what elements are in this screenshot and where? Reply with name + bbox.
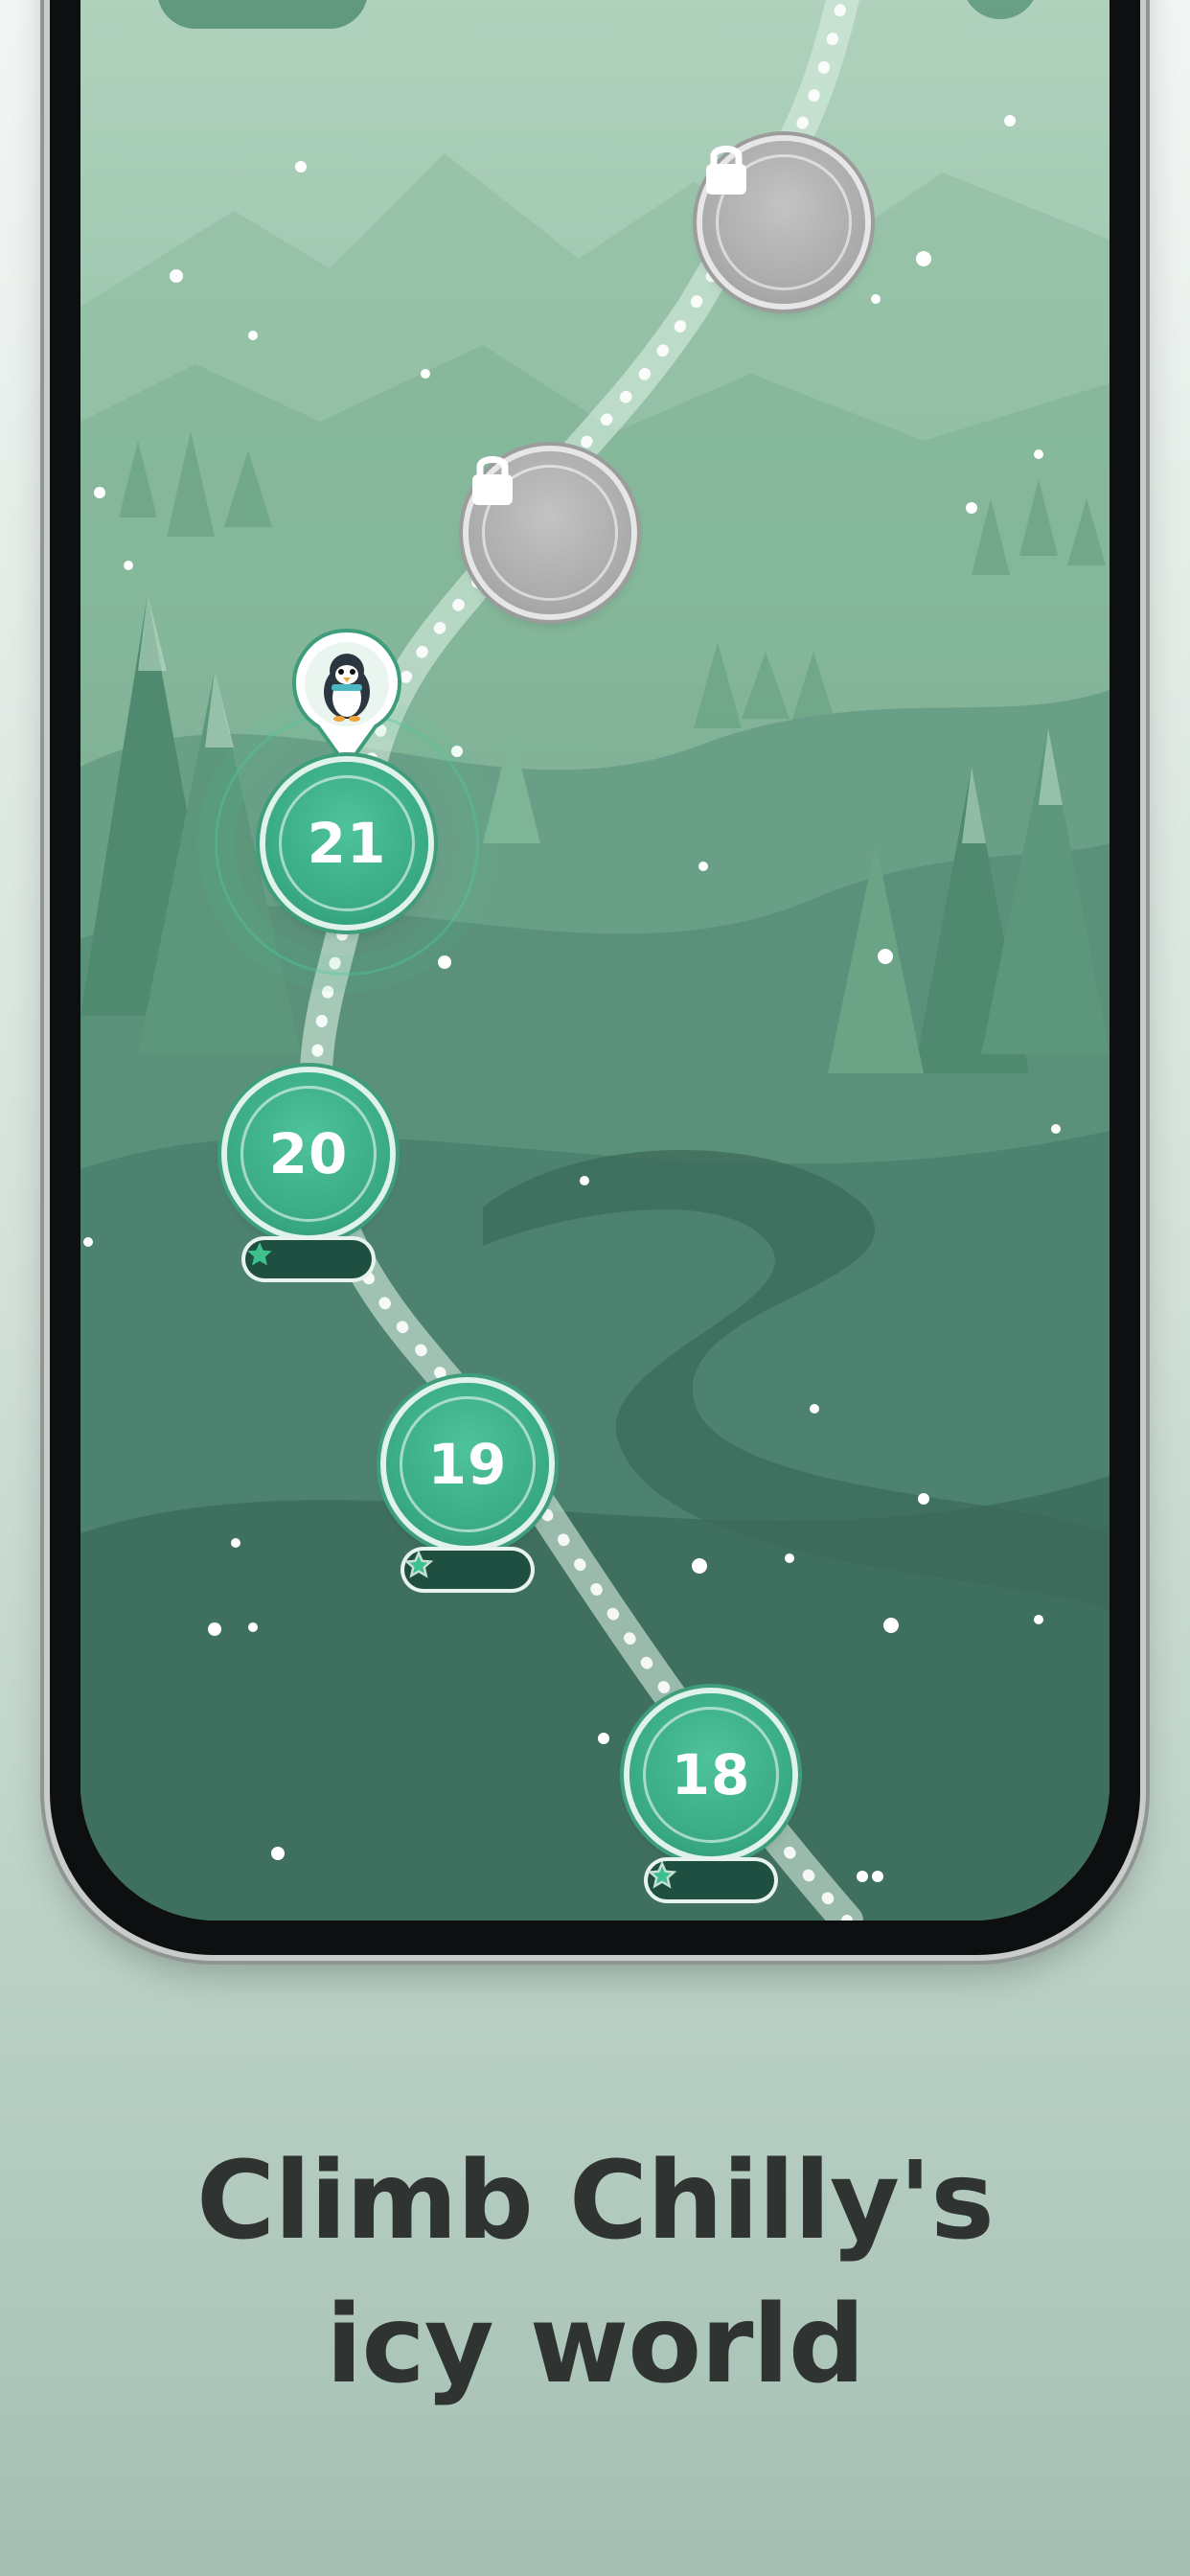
level-number: 18 [671,1742,751,1807]
level-node-19[interactable]: 19 [386,1383,549,1546]
penguin-avatar-icon [291,628,402,770]
level-number: 21 [307,811,387,876]
star-rating [648,1861,774,1899]
level-node-locked[interactable] [702,141,865,304]
star-filled-icon [247,1242,272,1266]
level-node-locked[interactable] [469,451,631,614]
level-number: 20 [268,1121,349,1186]
winter-landscape-background [80,0,1110,1920]
star-empty-icon [648,1861,676,1889]
marketing-tagline: Climb Chilly's icy world [0,2129,1190,2417]
phone-side-button [42,77,50,259]
star-rating [404,1551,531,1589]
level-node-21-current[interactable]: 21 [265,762,428,925]
level-node-20[interactable]: 20 [227,1072,390,1235]
lock-icon [472,456,513,505]
tagline-line-1: Climb Chilly's [196,2139,995,2264]
star-empty-icon [404,1551,433,1578]
tagline-line-2: icy world [326,2283,865,2407]
star-rating [245,1240,372,1278]
level-node-18[interactable]: 18 [629,1693,792,1856]
phone-side-button [42,288,50,470]
game-map-screen: 21 20 19 18 [80,0,1110,1920]
level-number: 19 [427,1432,508,1497]
phone-side-button [1140,345,1148,613]
lock-icon [706,146,746,195]
